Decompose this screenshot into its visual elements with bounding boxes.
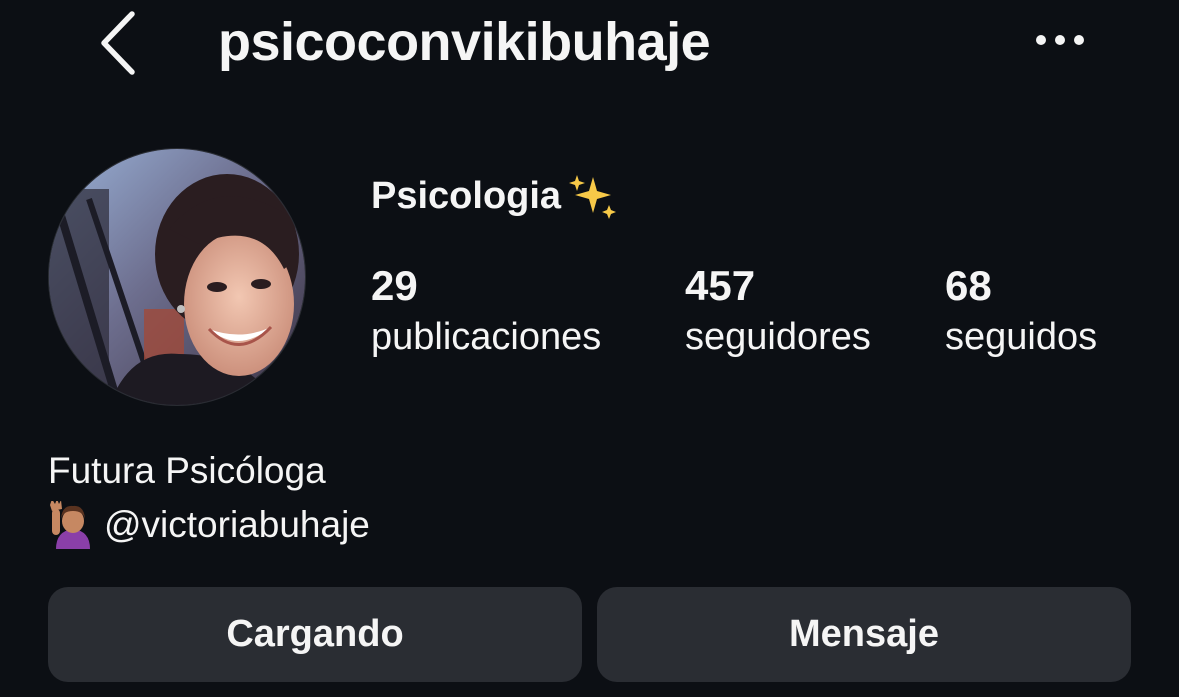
follow-loading-button[interactable]: Cargando bbox=[48, 587, 582, 682]
avatar-photo bbox=[49, 149, 305, 405]
raising-hand-icon bbox=[50, 501, 90, 549]
stat-seguidos[interactable]: 68 seguidos bbox=[945, 262, 1097, 364]
stat-label: seguidores bbox=[685, 316, 871, 358]
chevron-left-icon bbox=[101, 11, 135, 75]
bio-line: Futura Psicóloga bbox=[48, 450, 326, 491]
more-horizontal-icon bbox=[1036, 35, 1084, 45]
profile-username-title: psicoconvikibuhaje bbox=[218, 12, 711, 72]
sparkles-icon bbox=[569, 175, 617, 219]
stat-value: 29 bbox=[371, 262, 418, 309]
profile-avatar[interactable] bbox=[48, 148, 306, 406]
more-options-button[interactable] bbox=[1030, 20, 1090, 60]
profile-bio: Futura Psicóloga @victoriabuhaje bbox=[48, 444, 370, 552]
message-button[interactable]: Mensaje bbox=[597, 587, 1131, 682]
bio-mention-link[interactable]: @victoriabuhaje bbox=[104, 498, 370, 552]
back-button[interactable] bbox=[88, 8, 148, 78]
stat-value: 68 bbox=[945, 262, 992, 309]
stat-label: publicaciones bbox=[371, 316, 602, 358]
stat-label: seguidos bbox=[945, 316, 1098, 358]
stat-seguidores[interactable]: 457 seguidores bbox=[685, 262, 871, 364]
stat-value: 457 bbox=[685, 262, 756, 309]
display-name-text: Psicologia bbox=[371, 175, 562, 217]
profile-display-name: Psicologia bbox=[371, 172, 617, 220]
stat-publicaciones[interactable]: 29 publicaciones bbox=[371, 262, 601, 364]
bio-mention-line: @victoriabuhaje bbox=[48, 498, 370, 552]
top-navigation-bar: psicoconvikibuhaje bbox=[0, 0, 1179, 90]
